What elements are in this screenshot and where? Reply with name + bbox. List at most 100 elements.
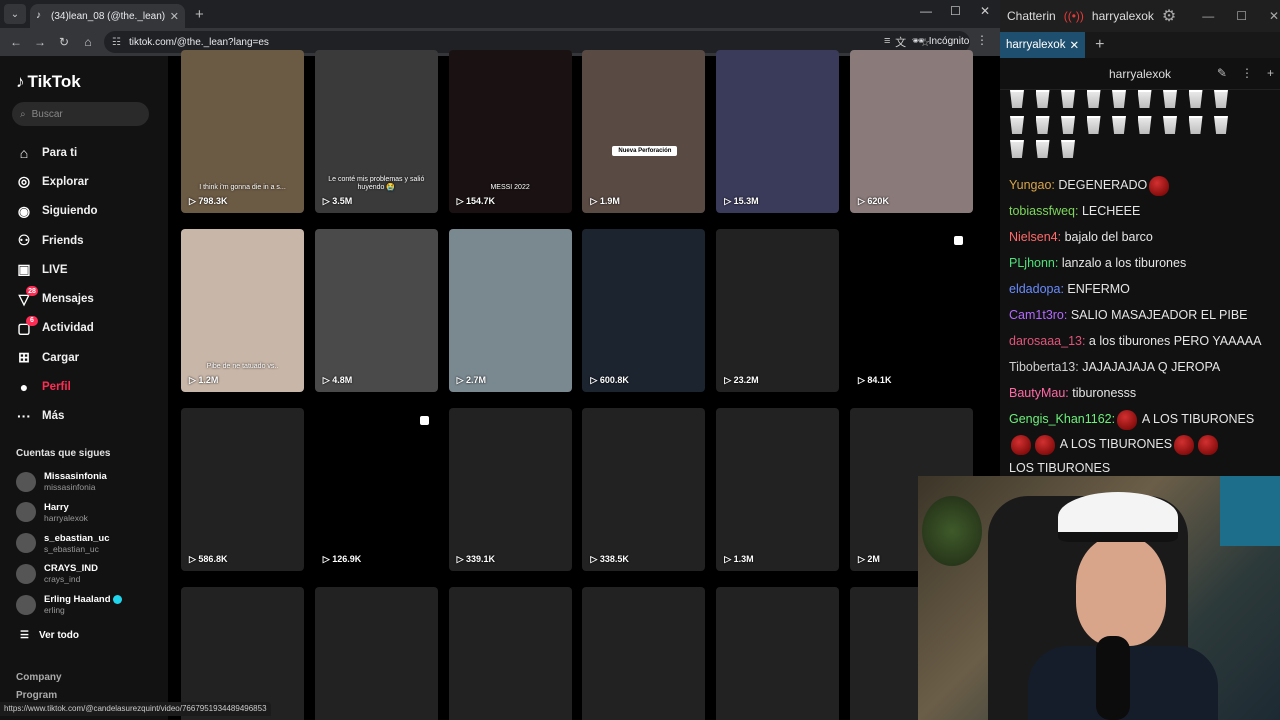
nav-item-perfil[interactable]: ● Perfil xyxy=(14,372,98,401)
video-card[interactable]: MESSI 2022 ▷ 154.7K xyxy=(448,50,572,213)
video-card-loading[interactable] xyxy=(716,587,840,720)
video-card[interactable]: ▷ 23.2M xyxy=(716,229,840,392)
avatar xyxy=(16,563,36,584)
video-card-loading[interactable] xyxy=(181,587,304,720)
back-icon[interactable]: ← xyxy=(4,35,28,49)
compass-icon: ◎ xyxy=(17,173,31,190)
close-window-icon[interactable]: ✕ xyxy=(1269,9,1279,23)
video-card[interactable]: ▷ 84.1K xyxy=(850,229,973,392)
see-all-button[interactable]: ☰ Ver todo xyxy=(20,630,79,641)
chat-message: PLjhonn: lanzalo a los tiburones xyxy=(1009,250,1277,276)
forward-icon[interactable]: → xyxy=(28,35,52,49)
webcam-overlay xyxy=(918,476,1280,720)
nav-item-friends[interactable]: ⚇ Friends xyxy=(14,226,98,255)
minimize-icon[interactable]: — xyxy=(1202,9,1214,23)
video-card-loading[interactable] xyxy=(582,587,706,720)
list-icon: ☰ xyxy=(20,630,29,641)
video-card[interactable]: I think i'm gonna die in a s... ▷ 798.3K xyxy=(181,50,304,213)
view-count-text: 84.1K xyxy=(867,375,892,385)
account-name-text: Harry xyxy=(44,501,69,513)
search-input[interactable]: ⌕ Buscar xyxy=(12,102,149,126)
site-info-icon[interactable]: ☷ xyxy=(112,37,121,48)
settings-gear-icon[interactable]: ⚙ xyxy=(1162,6,1176,26)
home-icon: ⌂ xyxy=(19,144,29,161)
video-card[interactable]: ▷ 4.8M xyxy=(314,229,438,392)
chat-username[interactable]: Tiboberta13: xyxy=(1009,360,1079,374)
following-account[interactable]: CRAYS_IND crays_ind xyxy=(16,563,98,584)
reading-list-icon[interactable]: ≡ xyxy=(884,35,890,47)
video-card[interactable]: Le conté mis problemas y salió huyendo 😭… xyxy=(314,50,438,213)
home-icon[interactable]: ⌂ xyxy=(76,35,100,49)
play-icon: ▷ xyxy=(724,196,734,206)
chat-username[interactable]: PLjhonn: xyxy=(1009,256,1058,270)
following-account[interactable]: s_ebastian_uc s_ebastian_uc xyxy=(16,533,109,554)
play-icon: ▷ xyxy=(456,554,467,564)
maximize-icon[interactable]: ☐ xyxy=(950,4,961,18)
tab-search-button[interactable]: ⌄ xyxy=(4,4,26,24)
account-handle: crays_ind xyxy=(44,574,81,585)
view-count: ▷ 1.3M xyxy=(724,554,753,565)
footer-company-link[interactable]: Company xyxy=(16,672,62,683)
nav-label: Cargar xyxy=(42,351,80,364)
chat-username[interactable]: tobiassfweq: xyxy=(1009,204,1078,218)
new-tab-button[interactable]: + xyxy=(195,6,204,23)
reload-icon[interactable]: ↻ xyxy=(52,35,76,49)
video-card[interactable]: ▷ 126.9K xyxy=(315,408,438,571)
nav-item-live[interactable]: ▣ LIVE xyxy=(14,255,98,284)
nav-item-cargar[interactable]: ⊞ Cargar xyxy=(14,343,98,372)
video-card[interactable]: ▷ 586.8K xyxy=(181,408,304,571)
nav-item-mensajes[interactable]: ▽ 28 Mensajes xyxy=(14,284,98,313)
close-window-icon[interactable]: ✕ xyxy=(980,4,990,18)
video-card[interactable]: Pibe de ne tatuado vs.. ▷ 1.2M xyxy=(181,229,304,392)
add-tab-button[interactable]: + xyxy=(1095,36,1104,54)
video-card[interactable]: ▷ 338.5K xyxy=(582,408,706,571)
chat-tab[interactable]: harryalexok ✕ xyxy=(1000,32,1086,58)
add-split-icon[interactable]: + xyxy=(1267,66,1274,80)
nav-item-explorar[interactable]: ◎ Explorar xyxy=(14,167,98,196)
chat-username[interactable]: darosaaa_13: xyxy=(1009,334,1085,348)
browser-menu-icon[interactable]: ⋮ xyxy=(976,33,988,47)
play-icon: ▷ xyxy=(858,554,868,564)
chat-username[interactable]: Yungao: xyxy=(1009,178,1055,192)
nav-item-actividad[interactable]: ▢ 6 Actividad xyxy=(14,314,98,343)
close-tab-icon[interactable]: ✕ xyxy=(1069,38,1079,52)
nav-item-siguiendo[interactable]: ◉ Siguiendo xyxy=(14,197,98,226)
moderation-icon[interactable]: ✎ xyxy=(1217,66,1227,80)
tiktok-logo[interactable]: ♪ TikTok xyxy=(16,72,81,92)
following-account[interactable]: Missasinfonia missasinfonia xyxy=(16,471,107,492)
chat-text: LOS TIBURONES xyxy=(1009,461,1111,475)
video-card[interactable]: Nueva Perforación ▷ 1.9M xyxy=(582,50,706,213)
close-tab-icon[interactable]: ✕ xyxy=(170,10,179,23)
chat-username[interactable]: BautyMau: xyxy=(1009,386,1069,400)
nav-item-parati[interactable]: ⌂ Para ti xyxy=(14,138,98,167)
incognito-indicator[interactable]: 🕶 Incógnito xyxy=(912,36,969,47)
view-count: ▷ 338.5K xyxy=(590,554,628,565)
minimize-icon[interactable]: — xyxy=(920,4,932,18)
video-card[interactable]: ▷ 600.8K xyxy=(582,229,706,392)
channel-menu-icon[interactable]: ⋮ xyxy=(1241,66,1253,80)
chat-text: lanzalo a los tiburones xyxy=(1058,256,1187,270)
video-card[interactable]: ▷ 339.1K xyxy=(448,408,572,571)
chat-message: tobiassfweq: LECHEEE xyxy=(1009,198,1277,224)
nav-item-ms[interactable]: ··· Más xyxy=(14,402,98,431)
video-card-loading[interactable] xyxy=(314,587,438,720)
following-account[interactable]: Harry harryalexok xyxy=(16,502,88,523)
video-card[interactable]: ▷ 620K xyxy=(850,50,973,213)
chat-username[interactable]: Cam1t3ro: xyxy=(1009,308,1067,322)
video-card[interactable]: ▷ 15.3M xyxy=(716,50,840,213)
video-card[interactable]: ▷ 2.7M xyxy=(448,229,572,392)
chat-username[interactable]: Nielsen4: xyxy=(1009,230,1061,244)
footer-program-link[interactable]: Program xyxy=(16,690,57,701)
play-icon: ▷ xyxy=(590,196,600,206)
video-card[interactable]: ▷ 1.3M xyxy=(716,408,840,571)
translate-icon[interactable]: 文 xyxy=(895,34,906,50)
following-account[interactable]: Erling Haaland erling xyxy=(16,594,122,615)
play-icon: ▷ xyxy=(456,196,467,206)
video-caption: MESSI 2022 xyxy=(490,184,530,191)
chat-username[interactable]: eldadopa: xyxy=(1009,282,1064,296)
chat-username[interactable]: Gengis_Khan1162: xyxy=(1009,412,1115,426)
video-caption: Le conté mis problemas y salió huyendo 😭 xyxy=(328,176,425,191)
browser-tab[interactable]: ♪ (34)lean_08 (@the._lean) | TikTo ✕ xyxy=(30,4,185,28)
maximize-icon[interactable]: ☐ xyxy=(1236,9,1247,23)
video-card-loading[interactable] xyxy=(448,587,572,720)
